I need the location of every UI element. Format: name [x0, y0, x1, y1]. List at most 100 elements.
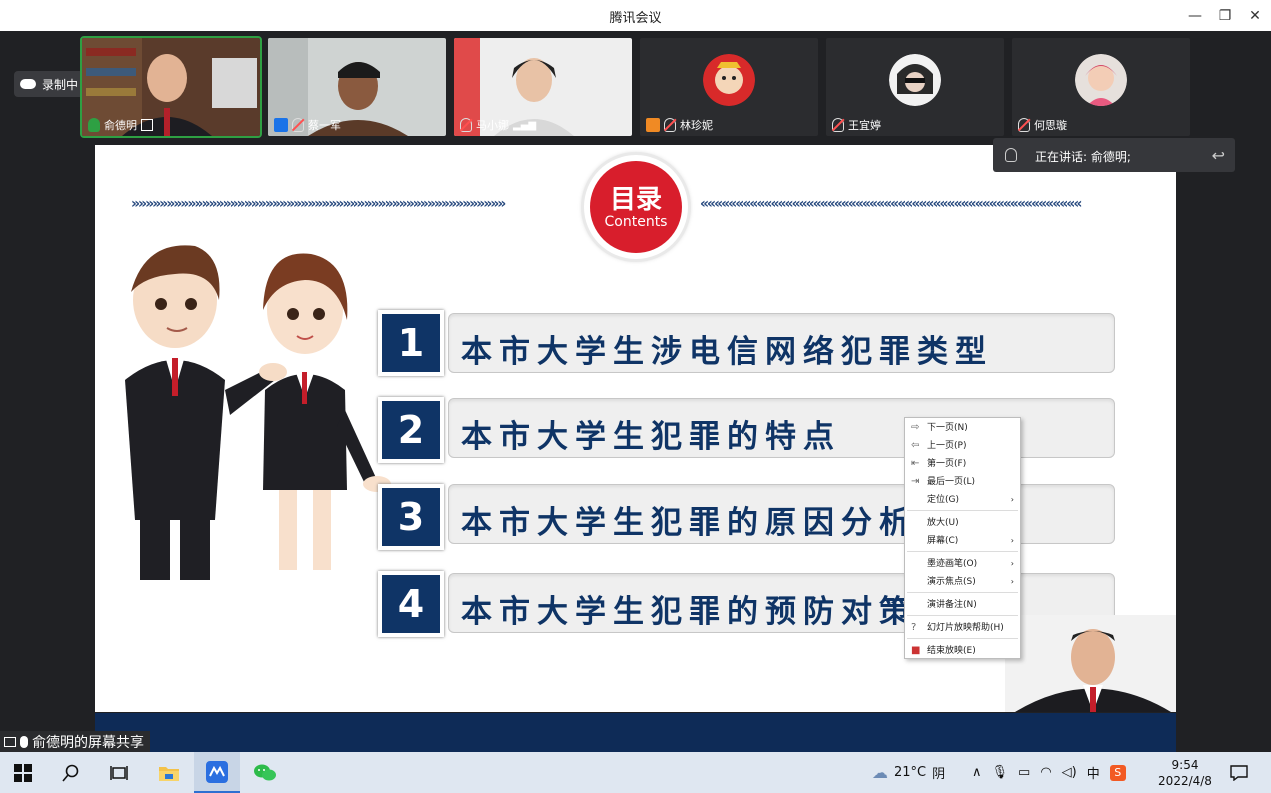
menu-item-label: 上一页(P): [927, 441, 967, 451]
menu-item-label: 最后一页(L): [927, 477, 976, 487]
badge-title-en: Contents: [604, 214, 668, 230]
menu-separator: [907, 510, 1018, 511]
notification-icon: [1230, 764, 1248, 781]
weather-condition: 阴: [932, 767, 946, 782]
mic-muted-icon: [460, 118, 472, 132]
toc-item-text: 本市大学生涉电信网络犯罪类型: [461, 334, 993, 370]
speaking-indicator[interactable]: 正在讲话: 俞德明; ↩: [993, 138, 1235, 172]
participant-label: 马小娜 ▂▄▆: [460, 117, 536, 133]
badge-title-zh: 目录: [609, 185, 662, 215]
menu-item-speaker-notes[interactable]: 演讲备注(N): [905, 596, 1020, 614]
screen-share-label: 俞德明的屏幕共享: [0, 731, 150, 753]
battery-icon[interactable]: ▭: [1018, 765, 1030, 780]
participant-tile[interactable]: 王宜婷: [826, 38, 1004, 136]
menu-item-ink-pen[interactable]: 墨迹画笔(O) ›: [905, 555, 1020, 573]
wechat-button[interactable]: [242, 752, 288, 793]
participant-tile[interactable]: 马小娜 ▂▄▆: [454, 38, 632, 136]
participant-name: 马小娜: [476, 119, 509, 132]
menu-item-label: 定位(G): [927, 495, 959, 505]
arrow-right-icon: ⇨: [911, 422, 920, 433]
menu-item-help[interactable]: ? 幻灯片放映帮助(H): [905, 619, 1020, 637]
menu-item-previous[interactable]: ⇦ 上一页(P): [905, 437, 1020, 455]
notification-button[interactable]: [1216, 752, 1262, 793]
user-icon: [274, 118, 288, 132]
mic-muted-icon: [1005, 148, 1017, 162]
arrow-left-icon: ⇦: [911, 440, 920, 451]
menu-separator: [907, 615, 1018, 616]
volume-icon[interactable]: ◁): [1062, 765, 1077, 780]
search-button[interactable]: [48, 752, 94, 793]
minimize-button[interactable]: —: [1184, 5, 1206, 27]
menu-separator: [907, 638, 1018, 639]
participant-name: 蔡一军: [308, 119, 341, 132]
cartoon-lawyers-illustration: [125, 245, 391, 580]
submenu-arrow-icon: ›: [1010, 577, 1014, 586]
slideshow-context-menu: ⇨ 下一页(N) ⇦ 上一页(P) ⇤ 第一页(F) ⇥ 最后一页(L) 定位(G) › …: [904, 417, 1021, 659]
menu-item-label: 放大(U): [927, 518, 959, 528]
menu-item-next[interactable]: ⇨ 下一页(N): [905, 419, 1020, 437]
chevron-divider-right: ««««««««««««««««««««««««««««««««««««««««…: [700, 196, 1082, 212]
menu-item-label: 幻灯片放映帮助(H): [927, 623, 1004, 633]
mic-muted-icon: [292, 118, 304, 132]
recording-indicator[interactable]: 录制中: [14, 71, 87, 97]
menu-item-screen[interactable]: 屏幕(C) ›: [905, 532, 1020, 550]
signal-bars-icon: ▂▄▆: [513, 119, 537, 131]
chevron-divider-left: »»»»»»»»»»»»»»»»»»»»»»»»»»»»»»»»»»»»»»»»…: [131, 196, 506, 212]
file-explorer-button[interactable]: [146, 752, 192, 793]
submenu-arrow-icon: ›: [1010, 536, 1014, 545]
contents-badge: 目录 Contents: [584, 155, 688, 259]
collapse-icon[interactable]: ↩: [1212, 146, 1225, 165]
mic-muted-icon: [1018, 118, 1030, 132]
sogou-ime-icon[interactable]: S: [1109, 764, 1126, 781]
participant-label: 王宜婷: [832, 117, 881, 133]
clock-date: 2022/4/8: [1158, 774, 1212, 788]
menu-item-first[interactable]: ⇤ 第一页(F): [905, 455, 1020, 473]
menu-item-last[interactable]: ⇥ 最后一页(L): [905, 473, 1020, 491]
participant-name: 俞德明: [104, 119, 137, 132]
mic-on-icon: [88, 118, 100, 132]
wechat-icon: [254, 764, 276, 780]
menu-item-zoom[interactable]: 放大(U): [905, 514, 1020, 532]
presenter-video-inset: [1005, 615, 1176, 712]
weather-temperature: 21°C: [894, 765, 927, 780]
participant-tile[interactable]: 林珍妮: [640, 38, 818, 136]
participant-tile[interactable]: 俞德明: [80, 36, 262, 138]
chevron-up-icon[interactable]: ∧: [972, 765, 982, 780]
ime-indicator[interactable]: 中: [1087, 763, 1100, 782]
participant-tile[interactable]: 蔡一军: [268, 38, 446, 136]
screen-share-icon: [141, 119, 153, 131]
participant-label: 林珍妮: [646, 117, 713, 133]
wifi-icon[interactable]: ◠: [1040, 765, 1051, 780]
participant-name: 林珍妮: [680, 119, 713, 132]
toc-item-text: 本市大学生犯罪的预防对策: [461, 594, 917, 630]
system-clock[interactable]: 9:54 2022/4/8: [1152, 757, 1218, 789]
toc-item-number: 3: [378, 484, 444, 550]
menu-item-label: 墨迹画笔(O): [927, 559, 978, 569]
menu-item-label: 演示焦点(S): [927, 577, 976, 587]
menu-separator: [907, 592, 1018, 593]
close-button[interactable]: ✕: [1244, 5, 1266, 27]
submenu-arrow-icon: ›: [1010, 559, 1014, 568]
restore-button[interactable]: ❐: [1214, 5, 1236, 27]
speaking-name: 俞德明;: [1090, 150, 1131, 164]
slide-footer-band: [95, 713, 1176, 752]
menu-item-label: 演讲备注(N): [927, 600, 977, 610]
weather-widget[interactable]: ☁ 21°C 阴: [872, 752, 945, 793]
window-title: 腾讯会议: [609, 11, 662, 26]
menu-item-label: 结束放映(E): [927, 646, 976, 656]
task-view-button[interactable]: [96, 752, 142, 793]
microphone-icon[interactable]: 🎙: [992, 765, 1009, 780]
tencent-meeting-button[interactable]: [194, 752, 240, 793]
user-icon: [646, 118, 660, 132]
menu-item-presentation-focus[interactable]: 演示焦点(S) ›: [905, 573, 1020, 591]
menu-item-end-show[interactable]: ■ 结束放映(E): [905, 642, 1020, 660]
menu-item-label: 第一页(F): [927, 459, 967, 469]
start-button[interactable]: [0, 752, 46, 793]
participant-avatar: [703, 54, 755, 106]
help-icon: ?: [911, 622, 917, 633]
meeting-stage: 录制中 俞德明 蔡一军 马小娜 ▂▄▆ 林珍妮 王宜婷 何思璇 »»»»»»»»…: [0, 31, 1271, 753]
menu-item-goto[interactable]: 定位(G) ›: [905, 491, 1020, 509]
arrow-last-icon: ⇥: [911, 476, 920, 487]
participant-tile[interactable]: 何思璇: [1012, 38, 1190, 136]
recording-label: 录制中: [42, 77, 79, 92]
